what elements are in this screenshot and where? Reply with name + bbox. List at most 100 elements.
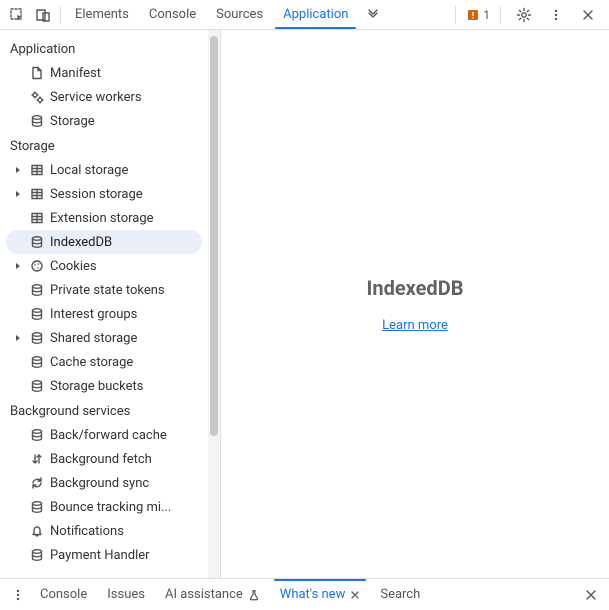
tab-elements[interactable]: Elements — [65, 0, 139, 29]
sidebar-item-manifest[interactable]: Manifest — [0, 61, 208, 85]
sidebar-item-shared-storage[interactable]: Shared storage — [0, 326, 208, 350]
sidebar-item-label: Background sync — [50, 476, 208, 491]
cookie-icon — [28, 259, 46, 273]
drawer-tab-search[interactable]: Search — [370, 579, 430, 610]
sidebar-item-background-sync[interactable]: Background sync — [0, 471, 208, 495]
file-icon — [28, 66, 46, 80]
sidebar-group-title[interactable]: Application — [0, 36, 208, 61]
sidebar-item-label: Cookies — [50, 259, 208, 274]
expand-arrow-icon[interactable] — [12, 334, 24, 342]
sidebar-item-notifications[interactable]: Notifications — [0, 519, 208, 543]
tab-label: Elements — [75, 7, 129, 22]
db-icon — [28, 283, 46, 297]
close-icon — [584, 588, 598, 602]
sidebar-item-private-state-tokens[interactable]: Private state tokens — [0, 278, 208, 302]
drawer-toolbar: Console Issues AI assistance What's new Sear… — [0, 578, 609, 610]
sidebar-item-label: Storage buckets — [50, 379, 208, 394]
tab-label: Sources — [216, 7, 263, 22]
db-icon — [28, 428, 46, 442]
sidebar-item-label: Interest groups — [50, 307, 208, 322]
expand-arrow-icon[interactable] — [12, 166, 24, 174]
sidebar-item-label: Private state tokens — [50, 283, 208, 298]
application-sidebar: ApplicationManifestService workersStorag… — [0, 30, 220, 578]
db-icon — [28, 114, 46, 128]
tab-application[interactable]: Application — [273, 0, 358, 29]
sidebar-item-storage-buckets[interactable]: Storage buckets — [0, 374, 208, 398]
close-devtools-button[interactable] — [575, 2, 601, 28]
sidebar-item-indexeddb[interactable]: IndexedDB — [6, 230, 202, 254]
sidebar-item-interest-groups[interactable]: Interest groups — [0, 302, 208, 326]
issue-count: 1 — [483, 8, 490, 22]
drawer-tab-console[interactable]: Console — [30, 579, 97, 610]
divider — [500, 6, 501, 24]
drawer-tab-label: AI assistance — [165, 587, 243, 602]
sidebar-item-storage[interactable]: Storage — [0, 109, 208, 133]
table-icon — [28, 163, 46, 177]
flask-icon — [248, 589, 260, 601]
devtools-topbar: Elements Console Sources Application 1 — [0, 0, 609, 30]
tab-label: Console — [149, 7, 196, 22]
drawer-tab-label: Search — [380, 587, 420, 602]
sidebar-item-label: Local storage — [50, 163, 208, 178]
sidebar-item-cache-storage[interactable]: Cache storage — [0, 350, 208, 374]
drawer-tab-label: Issues — [107, 587, 145, 602]
divider — [60, 6, 61, 24]
expand-arrow-icon[interactable] — [12, 190, 24, 198]
issues-indicator[interactable]: 1 — [466, 8, 490, 22]
sidebar-item-payment-handler[interactable]: Payment Handler — [0, 543, 208, 567]
close-tab-button[interactable] — [350, 590, 360, 600]
tab-label: Application — [283, 7, 348, 22]
sidebar-item-label: Session storage — [50, 187, 208, 202]
inspect-element-button[interactable] — [4, 2, 30, 28]
db-icon — [28, 331, 46, 345]
gear-icon — [516, 7, 532, 23]
db-icon — [28, 500, 46, 514]
sidebar-item-background-fetch[interactable]: Background fetch — [0, 447, 208, 471]
sync-icon — [28, 476, 46, 490]
main-area: ApplicationManifestService workersStorag… — [0, 30, 609, 578]
sidebar-item-extension-storage[interactable]: Extension storage — [0, 206, 208, 230]
content-pane: IndexedDB Learn more — [220, 30, 609, 578]
sidebar-item-bounce-tracking-mi[interactable]: Bounce tracking mi... — [0, 495, 208, 519]
sidebar-item-label: Shared storage — [50, 331, 208, 346]
close-icon — [581, 8, 595, 22]
sidebar-item-local-storage[interactable]: Local storage — [0, 158, 208, 182]
sidebar-item-label: Notifications — [50, 524, 208, 539]
sidebar-group-title[interactable]: Storage — [0, 133, 208, 158]
more-options-button[interactable] — [543, 2, 569, 28]
sidebar-item-label: IndexedDB — [50, 235, 202, 250]
more-tabs-button[interactable] — [358, 0, 388, 29]
sidebar-item-label: Payment Handler — [50, 548, 208, 563]
sidebar-scrollbar-thumb[interactable] — [210, 36, 218, 436]
sidebar-group-title[interactable]: Background services — [0, 398, 208, 423]
sidebar-item-session-storage[interactable]: Session storage — [0, 182, 208, 206]
close-drawer-button[interactable] — [579, 583, 603, 607]
fetch-icon — [28, 452, 46, 466]
sidebar-item-label: Background fetch — [50, 452, 208, 467]
table-icon — [28, 211, 46, 225]
panel-tabs: Elements Console Sources Application — [65, 0, 451, 29]
sidebar-item-label: Cache storage — [50, 355, 208, 370]
db-icon — [28, 355, 46, 369]
drawer-tab-what-s-new[interactable]: What's new — [270, 579, 371, 610]
sidebar-scrollbar-track[interactable] — [208, 30, 220, 578]
drawer-tab-label: Console — [40, 587, 87, 602]
device-toolbar-button[interactable] — [30, 2, 56, 28]
learn-more-link[interactable]: Learn more — [382, 318, 448, 333]
drawer-tab-ai-assistance[interactable]: AI assistance — [155, 579, 270, 610]
sidebar-item-back-forward-cache[interactable]: Back/forward cache — [0, 423, 208, 447]
drawer-more-button[interactable] — [6, 583, 30, 607]
settings-button[interactable] — [511, 2, 537, 28]
drawer-tab-label: What's new — [280, 587, 346, 602]
content-title: IndexedDB — [367, 276, 464, 300]
tab-sources[interactable]: Sources — [206, 0, 273, 29]
tab-console[interactable]: Console — [139, 0, 206, 29]
sidebar-item-label: Extension storage — [50, 211, 208, 226]
expand-arrow-icon[interactable] — [12, 262, 24, 270]
sidebar-item-label: Back/forward cache — [50, 428, 208, 443]
sidebar-item-label: Manifest — [50, 66, 208, 81]
db-icon — [28, 548, 46, 562]
sidebar-item-cookies[interactable]: Cookies — [0, 254, 208, 278]
drawer-tab-issues[interactable]: Issues — [97, 579, 155, 610]
sidebar-item-service-workers[interactable]: Service workers — [0, 85, 208, 109]
